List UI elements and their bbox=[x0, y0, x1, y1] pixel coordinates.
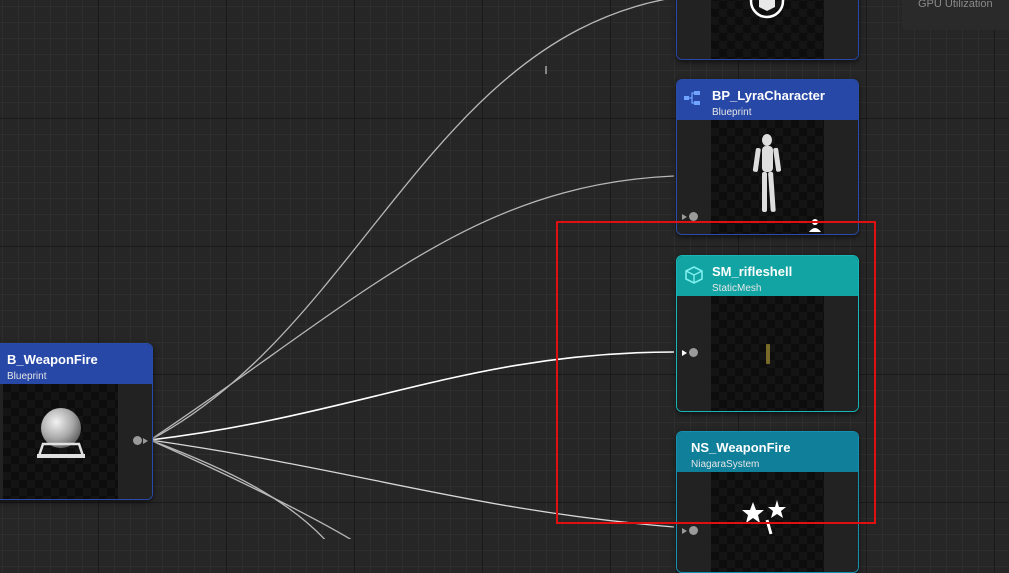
node-thumbnail bbox=[711, 120, 824, 234]
node-thumbnail bbox=[3, 384, 118, 499]
node-top-asset[interactable] bbox=[676, 0, 859, 60]
node-input-pin[interactable] bbox=[682, 348, 698, 357]
node-header: B_WeaponFire Blueprint bbox=[0, 344, 152, 384]
sphere-actor-image bbox=[37, 408, 85, 458]
node-top-thumbnail bbox=[711, 0, 824, 59]
node-ns-weaponfire[interactable]: NS_WeaponFire NiagaraSystem bbox=[676, 431, 859, 573]
wire-down-2 bbox=[149, 439, 352, 539]
node-bp-lyracharacter[interactable]: BP_LyraCharacter Blueprint bbox=[676, 79, 859, 235]
node-b-weaponfire[interactable]: B_WeaponFire Blueprint bbox=[0, 343, 153, 500]
wire-to-sm-rifleshell bbox=[149, 351, 675, 441]
niagara-icon bbox=[742, 500, 786, 535]
node-header: BP_LyraCharacter Blueprint bbox=[677, 80, 858, 120]
blueprint-graph-icon bbox=[684, 91, 700, 105]
node-thumbnail bbox=[711, 472, 824, 572]
node-subtitle: Blueprint bbox=[712, 107, 752, 118]
gpu-utilization-label: GPU Utilization bbox=[918, 0, 993, 10]
node-title: BP_LyraCharacter bbox=[712, 88, 825, 103]
static-mesh-cube-icon bbox=[685, 266, 703, 284]
wire-to-bp-lyra bbox=[149, 175, 675, 441]
node-subtitle: StaticMesh bbox=[712, 283, 762, 294]
node-sm-rifleshell[interactable]: SM_rifleshell StaticMesh bbox=[676, 255, 859, 412]
node-header: NS_WeaponFire NiagaraSystem bbox=[677, 432, 858, 472]
node-subtitle: NiagaraSystem bbox=[691, 459, 760, 470]
node-header: SM_rifleshell StaticMesh bbox=[677, 256, 858, 296]
node-title: SM_rifleshell bbox=[712, 264, 793, 279]
cube-asset-icon bbox=[749, 0, 785, 19]
rifle-shell-image bbox=[766, 344, 770, 364]
node-output-pin[interactable] bbox=[133, 436, 148, 445]
person-icon bbox=[809, 219, 821, 232]
node-title: B_WeaponFire bbox=[7, 352, 98, 367]
node-subtitle: Blueprint bbox=[7, 371, 47, 382]
node-title: NS_WeaponFire bbox=[691, 440, 791, 455]
node-thumbnail bbox=[711, 296, 824, 411]
gpu-utilization-panel: GPU Utilization bbox=[902, 0, 1009, 30]
character-mannequin-image bbox=[752, 134, 782, 212]
node-input-pin[interactable] bbox=[682, 526, 698, 535]
wire-to-ns-weaponfire bbox=[149, 439, 675, 528]
wire-to-top-node bbox=[149, 0, 666, 441]
node-input-pin[interactable] bbox=[682, 212, 698, 221]
